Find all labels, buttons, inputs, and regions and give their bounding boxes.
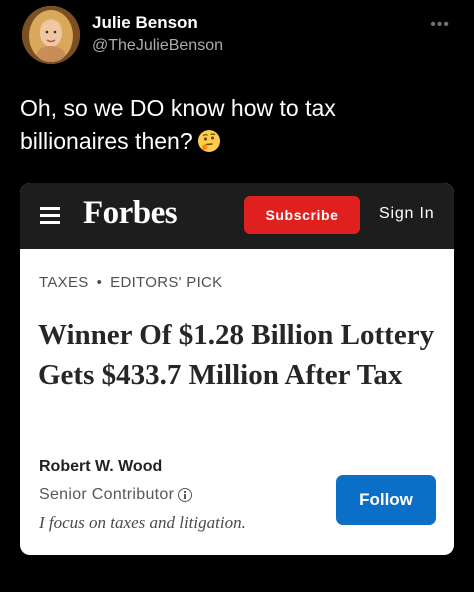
user-name[interactable]: Julie Benson xyxy=(92,13,198,33)
author-role: Senior Contributor xyxy=(39,486,193,504)
user-handle[interactable]: @TheJulieBenson xyxy=(92,37,223,55)
avatar[interactable] xyxy=(22,6,80,64)
author-role-label: Senior Contributor xyxy=(39,486,175,503)
sign-in-link[interactable]: Sign In xyxy=(379,205,434,223)
forbes-navbar: Forbes Subscribe Sign In xyxy=(20,183,454,249)
follow-button[interactable]: Follow xyxy=(336,475,436,525)
tweet-header: Julie Benson @TheJulieBenson ••• xyxy=(22,6,462,64)
forbes-logo[interactable]: Forbes xyxy=(83,195,178,232)
hamburger-menu-icon[interactable] xyxy=(40,207,60,224)
breadcrumb: TAXES • EDITORS' PICK xyxy=(39,274,222,291)
tweet-text-body: Oh, so we DO know how to tax billionaire… xyxy=(20,95,336,154)
forbes-article-card[interactable]: Forbes Subscribe Sign In TAXES • EDITORS' … xyxy=(20,183,454,555)
article-headline[interactable]: Winner Of $1.28 Billion Lottery Gets $43… xyxy=(38,315,438,395)
tweet-text: Oh, so we DO know how to tax billionaire… xyxy=(20,92,450,158)
ellipsis-icon[interactable]: ••• xyxy=(430,16,450,34)
breadcrumb-separator: • xyxy=(96,274,103,291)
breadcrumb-tag[interactable]: EDITORS' PICK xyxy=(110,274,222,291)
subscribe-button[interactable]: Subscribe xyxy=(244,196,360,234)
info-icon[interactable] xyxy=(178,488,193,502)
breadcrumb-section[interactable]: TAXES xyxy=(39,274,89,291)
author-name[interactable]: Robert W. Wood xyxy=(39,458,162,476)
thinking-face-emoji xyxy=(197,130,220,152)
author-bio: I focus on taxes and litigation. xyxy=(39,513,246,532)
